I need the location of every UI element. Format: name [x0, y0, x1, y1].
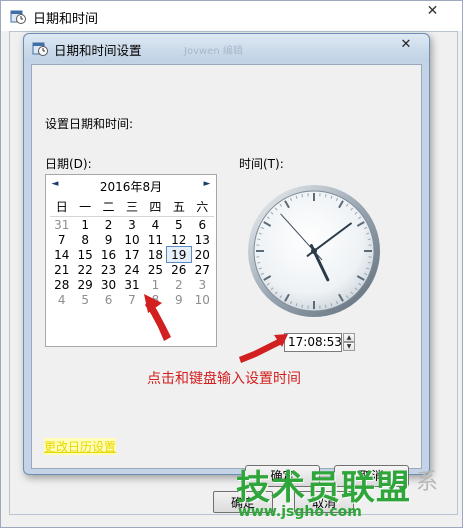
- calendar-month-title[interactable]: 2016年8月: [46, 178, 216, 195]
- arrow-to-time-icon: [239, 337, 284, 363]
- calendar-day[interactable]: 15: [73, 247, 96, 262]
- watermark-main-text: 技术员联盟: [236, 468, 411, 508]
- calendar-day[interactable]: 24: [120, 262, 143, 277]
- annotation-text: 点击和键盘输入设置时间: [147, 371, 301, 387]
- weekday-header: 三: [120, 197, 144, 217]
- clock-minute-tick: [257, 238, 261, 241]
- analog-clock: [248, 185, 380, 317]
- calendar-day[interactable]: 6: [97, 292, 120, 307]
- calendar-day[interactable]: 4: [144, 217, 167, 233]
- calendar-day[interactable]: 19: [166, 246, 192, 263]
- weekday-header: 二: [96, 197, 121, 217]
- calendar-day[interactable]: 3: [191, 277, 214, 292]
- calendar-day[interactable]: 8: [73, 232, 96, 247]
- date-time-settings-dialog: 日期和时间设置 Jovwen 编辑 ✕ 设置日期和时间: 日期(D): 时间(T…: [23, 33, 430, 487]
- calendar-day[interactable]: 2: [167, 277, 190, 292]
- outer-window-title: 日期和时间: [33, 12, 99, 27]
- calendar-day[interactable]: 22: [73, 262, 96, 277]
- outer-title-bar: 日期和时间 ✕: [1, 1, 462, 31]
- calendar-day[interactable]: 2: [97, 217, 120, 233]
- weekday-header: 五: [167, 197, 191, 217]
- time-spin-up-button[interactable]: ▲: [343, 333, 355, 342]
- calendar-day[interactable]: 7: [120, 292, 143, 307]
- calendar-day[interactable]: 10: [191, 292, 214, 307]
- weekday-header: 四: [143, 197, 168, 217]
- time-label: 时间(T):: [239, 157, 284, 171]
- calendar-day[interactable]: 13: [191, 232, 214, 247]
- clock-minute-tick: [301, 304, 304, 308]
- calendar-day[interactable]: 21: [50, 262, 73, 277]
- calendar-day[interactable]: 26: [167, 262, 190, 277]
- dialog-close-button[interactable]: ✕: [391, 36, 421, 54]
- calendar-day[interactable]: 9: [167, 292, 190, 307]
- calendar-grid: 日一二三四五六 31 1 2 3 4 5 6 7 8 9 10 11 12 13 14 15 16 17 18 19 2…: [50, 197, 214, 307]
- next-month-button[interactable]: ►: [202, 178, 212, 190]
- settings-heading: 设置日期和时间:: [45, 117, 134, 131]
- calendar-day[interactable]: 10: [120, 232, 143, 247]
- calendar-day[interactable]: 6: [191, 217, 214, 233]
- clock-minute-tick: [367, 238, 371, 241]
- calendar-day[interactable]: 28: [50, 277, 73, 292]
- calendar-day[interactable]: 7: [50, 232, 73, 247]
- calendar-clock-icon: [32, 42, 48, 56]
- date-label: 日期(D):: [45, 157, 92, 171]
- calendar-day[interactable]: 16: [97, 247, 120, 262]
- clock-minute-tick: [301, 194, 304, 198]
- time-input[interactable]: 17:08:53: [284, 333, 342, 352]
- calendar-day[interactable]: 1: [144, 277, 167, 292]
- calendar-day[interactable]: 30: [97, 277, 120, 292]
- weekday-header: 六: [190, 197, 214, 217]
- calendar-day[interactable]: 8: [144, 292, 167, 307]
- calendar-day[interactable]: 27: [191, 262, 214, 277]
- calendar-day[interactable]: 11: [144, 232, 167, 247]
- calendar-day[interactable]: 20: [191, 247, 214, 262]
- clock-minute-tick: [324, 304, 327, 308]
- calendar-day[interactable]: 4: [50, 292, 73, 307]
- clock-center-cap: [311, 248, 317, 254]
- calendar-day[interactable]: 5: [73, 292, 96, 307]
- time-spin-down-button[interactable]: ▼: [343, 342, 355, 351]
- calendar-day[interactable]: 31: [120, 277, 143, 292]
- calendar-day[interactable]: 25: [144, 262, 167, 277]
- calendar-day[interactable]: 5: [167, 217, 190, 233]
- dialog-title: 日期和时间设置: [54, 43, 142, 58]
- calendar-day[interactable]: 3: [120, 217, 143, 233]
- calendar-day[interactable]: 18: [144, 247, 167, 262]
- calendar-day[interactable]: 12: [167, 232, 190, 247]
- clock-minute-tick: [367, 261, 371, 264]
- month-calendar: ◄ 2016年8月 ► 日一二三四五六 31 1 2 3 4 5 6 7 8 9 10 11 12 13 1…: [45, 174, 217, 347]
- calendar-day[interactable]: 23: [97, 262, 120, 277]
- dialog-content: 设置日期和时间: 日期(D): 时间(T): ◄ 2016年8月 ► 日一二三四…: [31, 64, 422, 487]
- dialog-title-ghost-text: Jovwen 编辑: [184, 46, 243, 57]
- calendar-clock-icon: [10, 10, 26, 24]
- clock-minute-tick: [257, 261, 261, 264]
- weekday-header: 一: [73, 197, 97, 217]
- dialog-title-bar: 日期和时间设置 Jovwen 编辑 ✕: [24, 34, 429, 62]
- calendar-day[interactable]: 14: [50, 247, 73, 262]
- calendar-day[interactable]: 1: [73, 217, 96, 233]
- outer-close-button[interactable]: ✕: [411, 1, 454, 21]
- calendar-day[interactable]: 17: [120, 247, 143, 262]
- change-calendar-settings-link[interactable]: 更改日历设置: [44, 438, 117, 455]
- watermark-url: www.jsgho.com: [238, 504, 362, 520]
- calendar-day[interactable]: 9: [97, 232, 120, 247]
- clock-minute-tick: [324, 194, 327, 198]
- site-watermark: 技术员联盟 系 www.jsgho.com: [236, 460, 456, 526]
- weekday-header: 日: [50, 197, 74, 217]
- watermark-extra-text: 系: [416, 470, 439, 495]
- calendar-day[interactable]: 29: [73, 277, 96, 292]
- calendar-day[interactable]: 31: [50, 217, 73, 233]
